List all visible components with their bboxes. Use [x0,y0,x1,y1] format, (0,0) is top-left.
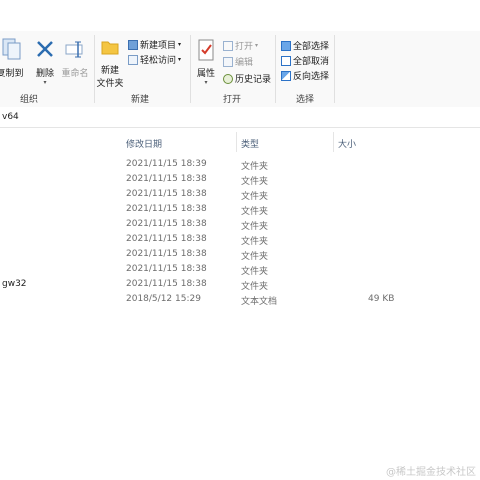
file-date: 2021/11/15 18:38 [126,204,207,214]
new-folder-label: 新建 [100,66,119,76]
invert-selection-button[interactable]: 反向选择 [281,69,329,82]
file-date: 2021/11/15 18:38 [126,174,207,184]
new-item-button[interactable]: 新建项目 ▾ [128,38,181,51]
column-header-date[interactable]: 修改日期 [126,137,162,150]
edit-icon [223,56,233,67]
chevron-down-icon: ▾ [43,79,47,86]
properties-label: 属性 [196,69,215,79]
edit-button[interactable]: 编辑 [223,55,253,68]
properties-button[interactable]: 属性 ▾ [194,39,218,86]
file-type: 文件夹 [241,192,269,202]
history-button[interactable]: 历史记录 [223,72,271,85]
file-date: 2021/11/15 18:38 [126,249,207,259]
new-item-label: 新建项目 [140,41,177,51]
separator [334,35,335,103]
file-type: 文件夹 [241,237,269,247]
delete-icon [37,41,53,57]
delete-button[interactable]: 删除 ▾ [34,39,56,86]
file-date: 2021/11/15 18:38 [126,219,207,229]
new-folder-label-2: 文件夹 [96,79,124,89]
easy-access-label: 轻松访问 [140,56,177,66]
separator [94,35,95,103]
file-date: 2021/11/15 18:38 [126,234,207,244]
column-divider[interactable] [236,132,237,152]
copy-to-icon [2,38,21,60]
open-icon [223,40,233,51]
rename-button[interactable]: 重命名 [60,39,90,79]
file-type: 文件夹 [241,267,269,277]
select-all-button[interactable]: 全部选择 [281,39,329,52]
select-none-button[interactable]: 全部取消 [281,54,329,67]
file-type: 文本文档 [241,297,278,307]
file-type: 文件夹 [241,162,269,172]
easy-access-icon [128,54,138,65]
edit-label: 编辑 [235,58,254,68]
file-date: 2021/11/15 18:39 [126,159,207,169]
title-bar-area [0,0,480,31]
history-icon [223,73,233,84]
open-label: 打开 [235,42,254,52]
invert-selection-icon [281,70,291,81]
file-type: 文件夹 [241,177,269,187]
folder-icon [101,41,119,55]
chevron-down-icon: ▾ [178,41,182,48]
ribbon: 复制到 组织 删除 ▾ 重命名 新建 文件夹 新建项目 ▾ 轻松访问 ▾ 新建 … [0,31,480,108]
file-name: gw32 [2,279,27,289]
open-button[interactable]: 打开 ▾ [223,39,258,52]
column-header-type[interactable]: 类型 [241,137,259,150]
properties-icon [198,39,214,61]
delete-label: 删除 [35,69,54,79]
address-bar[interactable]: v64 [0,107,480,128]
select-none-icon [281,55,291,66]
file-date: 2018/5/12 15:29 [126,294,201,304]
history-label: 历史记录 [235,75,272,85]
select-all-label: 全部选择 [293,42,330,52]
select-none-label: 全部取消 [293,57,330,67]
select-all-icon [281,40,291,51]
new-item-icon [128,39,138,50]
separator [190,35,191,103]
new-group-label: 新建 [131,95,150,105]
column-header-size[interactable]: 大小 [338,137,356,150]
rename-label: 重命名 [61,69,89,79]
watermark: @稀土掘金技术社区 [386,467,476,478]
select-group-label: 选择 [296,95,315,105]
chevron-down-icon: ▾ [204,79,208,86]
file-type: 文件夹 [241,207,269,217]
file-type: 文件夹 [241,222,269,232]
chevron-down-icon: ▾ [178,56,182,63]
copy-to-button[interactable]: 复制到 [0,35,24,79]
file-date: 2021/11/15 18:38 [126,189,207,199]
file-size: 49 KB [368,294,395,304]
file-type: 文件夹 [241,252,269,262]
invert-selection-label: 反向选择 [293,72,330,82]
easy-access-button[interactable]: 轻松访问 ▾ [128,53,181,66]
address-path: v64 [2,112,19,122]
new-folder-button[interactable]: 新建 文件夹 [96,37,124,89]
separator [275,35,276,103]
file-date: 2021/11/15 18:38 [126,264,207,274]
rename-icon [65,41,83,58]
column-divider[interactable] [333,132,334,152]
open-group-label: 打开 [223,95,242,105]
chevron-down-icon: ▾ [255,42,259,49]
organize-group-label: 组织 [20,95,39,105]
file-type: 文件夹 [241,282,269,292]
file-date: 2021/11/15 18:38 [126,279,207,289]
copy-to-label: 复制到 [0,69,24,79]
